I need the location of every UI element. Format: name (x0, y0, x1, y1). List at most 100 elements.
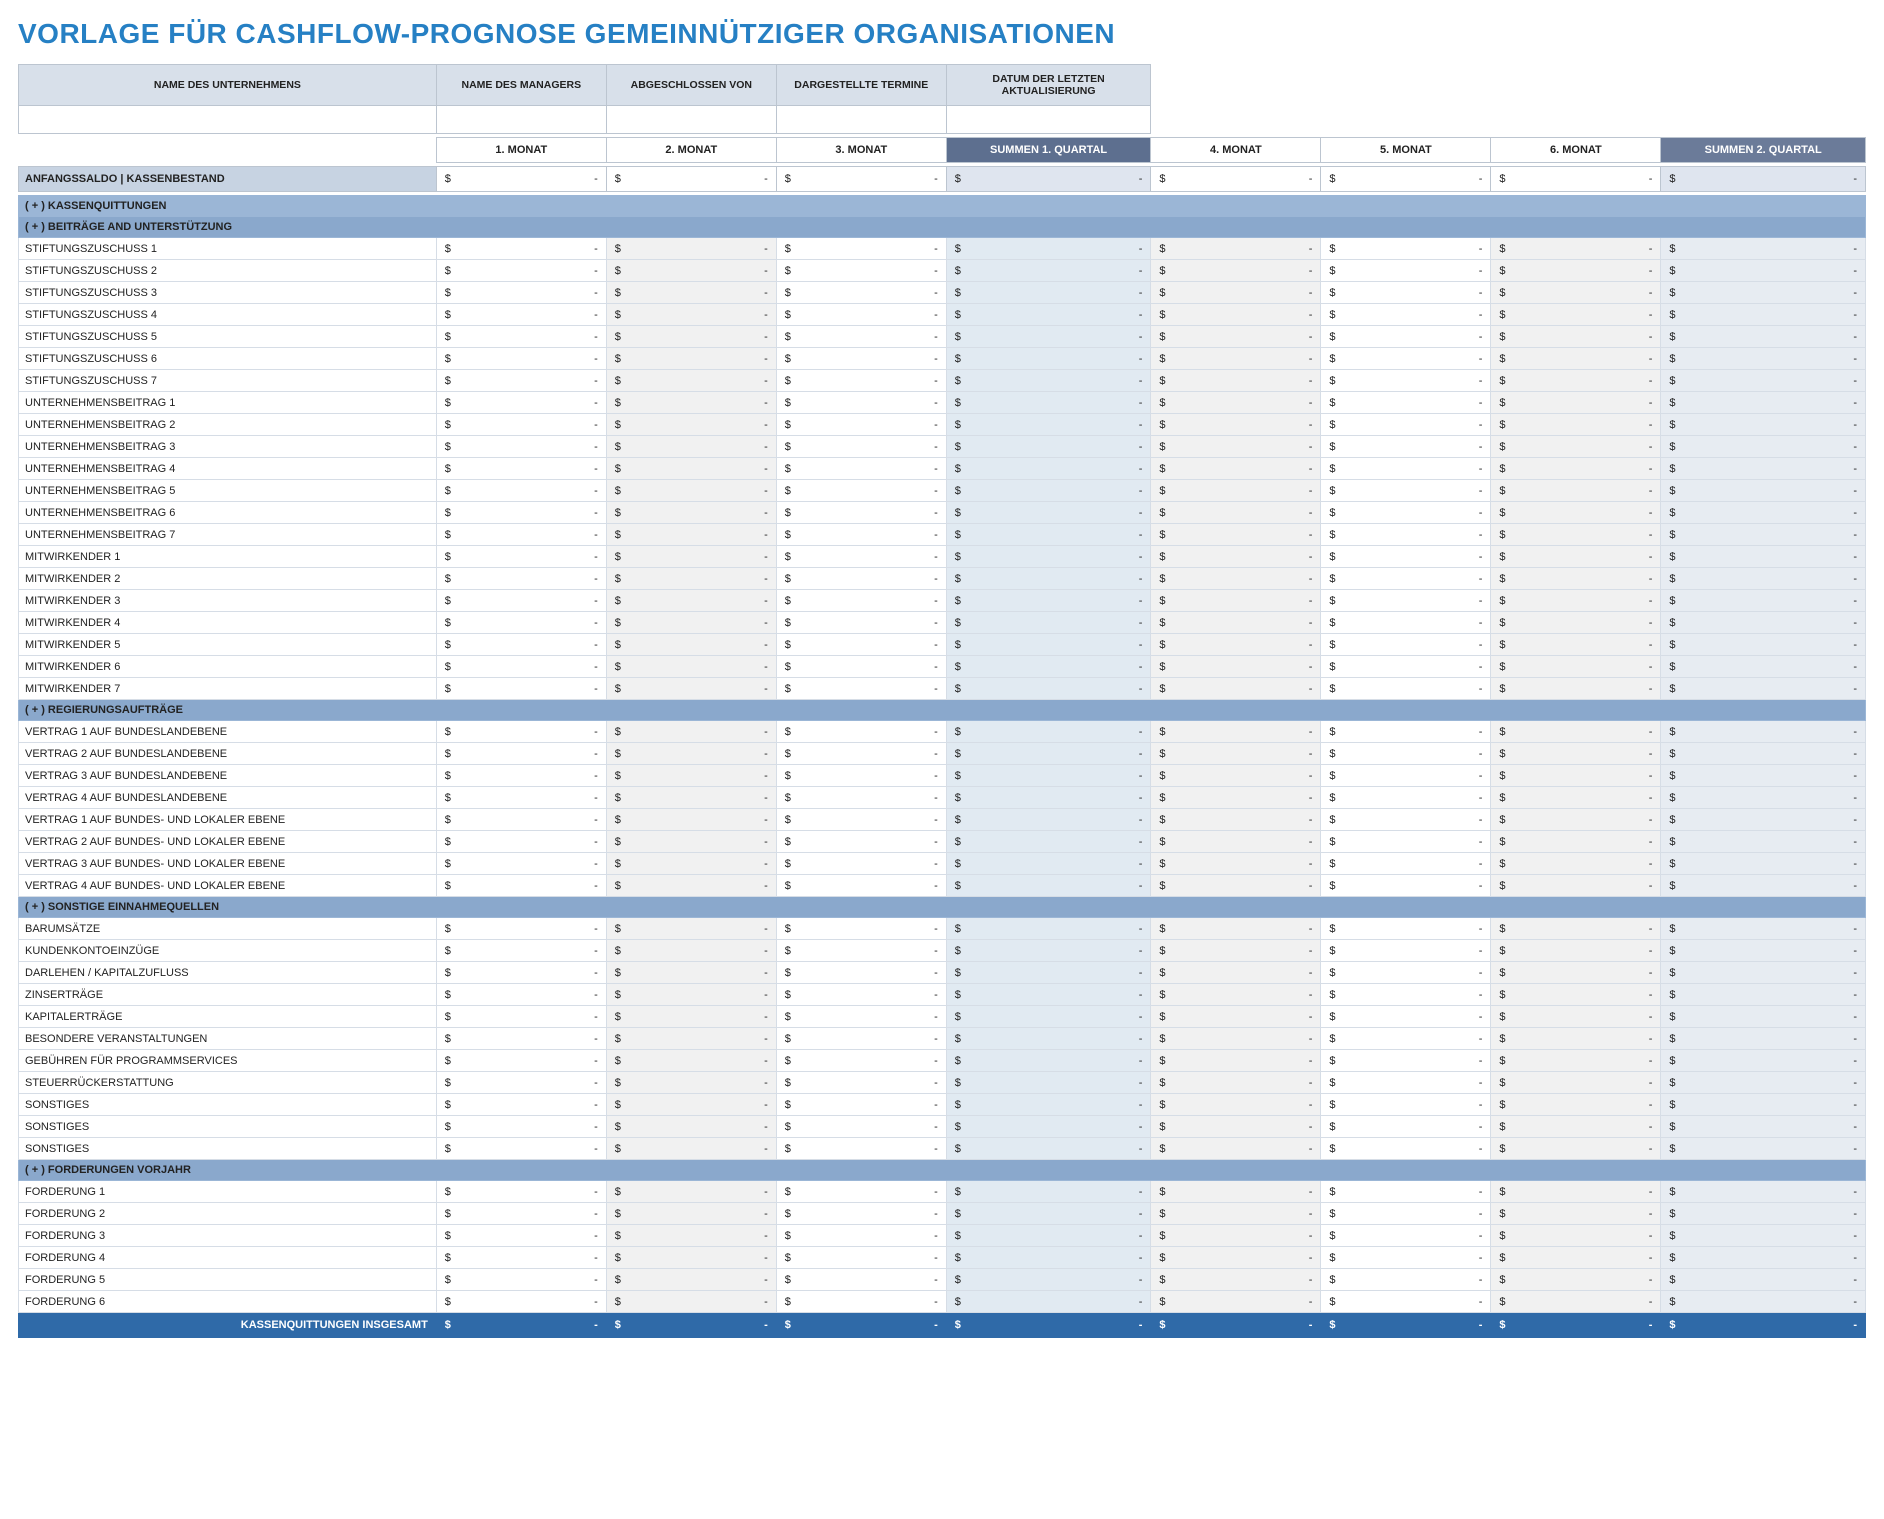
amount-cell[interactable]: $- (776, 940, 946, 962)
amount-cell[interactable]: $- (1661, 656, 1866, 678)
amount-cell[interactable]: $- (1321, 546, 1491, 568)
amount-cell[interactable]: $- (1661, 524, 1866, 546)
amount-cell[interactable]: $- (946, 634, 1151, 656)
amount-cell[interactable]: $- (1151, 238, 1321, 260)
amount-cell[interactable]: $- (606, 809, 776, 831)
amount-cell[interactable]: $- (776, 546, 946, 568)
amount-cell[interactable]: $- (1321, 853, 1491, 875)
amount-cell[interactable]: $- (1661, 414, 1866, 436)
amount-cell[interactable]: $- (436, 524, 606, 546)
amount-cell[interactable]: $- (776, 1138, 946, 1160)
amount-cell[interactable]: $- (776, 568, 946, 590)
amount-cell[interactable]: $- (1321, 458, 1491, 480)
amount-cell[interactable]: $- (776, 502, 946, 524)
amount-cell[interactable]: $- (1151, 1006, 1321, 1028)
amount-cell[interactable]: $- (1661, 984, 1866, 1006)
amount-cell[interactable]: $- (1151, 304, 1321, 326)
amount-cell[interactable]: $- (1151, 1181, 1321, 1203)
amount-cell[interactable]: $- (606, 458, 776, 480)
amount-cell[interactable]: $- (606, 1291, 776, 1313)
amount-cell[interactable]: $- (606, 568, 776, 590)
amount-cell[interactable]: $- (1321, 721, 1491, 743)
amount-cell[interactable]: $- (1661, 1116, 1866, 1138)
amount-cell[interactable]: $- (606, 392, 776, 414)
amount-cell[interactable]: $- (436, 962, 606, 984)
amount-cell[interactable]: $- (1151, 678, 1321, 700)
amount-cell[interactable]: $- (1491, 743, 1661, 765)
amount-cell[interactable]: $- (1491, 1247, 1661, 1269)
amount-cell[interactable]: $- (946, 1072, 1151, 1094)
amount-cell[interactable]: $- (1661, 1203, 1866, 1225)
amount-cell[interactable]: $- (436, 721, 606, 743)
amount-cell[interactable]: $- (1661, 260, 1866, 282)
amount-cell[interactable]: $- (606, 853, 776, 875)
amount-cell[interactable]: $- (436, 546, 606, 568)
amount-cell[interactable]: $- (1321, 656, 1491, 678)
amount-cell[interactable]: $- (946, 480, 1151, 502)
amount-cell[interactable]: $- (1321, 984, 1491, 1006)
amount-cell[interactable]: $- (776, 1094, 946, 1116)
amount-cell[interactable]: $- (946, 590, 1151, 612)
amount-cell[interactable]: $- (436, 1291, 606, 1313)
amount-cell[interactable]: $- (436, 656, 606, 678)
info-input[interactable] (436, 106, 606, 134)
amount-cell[interactable]: $- (1151, 853, 1321, 875)
amount-cell[interactable]: $- (1321, 238, 1491, 260)
amount-cell[interactable]: $- (776, 765, 946, 787)
amount-cell[interactable]: $- (776, 787, 946, 809)
amount-cell[interactable]: $- (606, 831, 776, 853)
amount-cell[interactable]: $- (946, 326, 1151, 348)
amount-cell[interactable]: $- (1321, 167, 1491, 192)
amount-cell[interactable]: $- (1661, 458, 1866, 480)
amount-cell[interactable]: $- (1491, 678, 1661, 700)
amount-cell[interactable]: $- (1661, 678, 1866, 700)
info-input[interactable] (606, 106, 776, 134)
amount-cell[interactable]: $- (606, 260, 776, 282)
amount-cell[interactable]: $- (606, 634, 776, 656)
amount-cell[interactable]: $- (1661, 612, 1866, 634)
amount-cell[interactable]: $- (946, 831, 1151, 853)
amount-cell[interactable]: $- (946, 962, 1151, 984)
amount-cell[interactable]: $- (946, 787, 1151, 809)
amount-cell[interactable]: $- (1321, 765, 1491, 787)
amount-cell[interactable]: $- (1151, 502, 1321, 524)
amount-cell[interactable]: $- (1321, 370, 1491, 392)
amount-cell[interactable]: $- (946, 304, 1151, 326)
amount-cell[interactable]: $- (776, 984, 946, 1006)
amount-cell[interactable]: $- (436, 282, 606, 304)
amount-cell[interactable]: $- (606, 1203, 776, 1225)
amount-cell[interactable]: $- (1151, 414, 1321, 436)
amount-cell[interactable]: $- (436, 260, 606, 282)
amount-cell[interactable]: $- (606, 348, 776, 370)
amount-cell[interactable]: $- (606, 656, 776, 678)
amount-cell[interactable]: $- (606, 1225, 776, 1247)
amount-cell[interactable]: $- (436, 1116, 606, 1138)
amount-cell[interactable]: $- (606, 524, 776, 546)
amount-cell[interactable]: $- (776, 370, 946, 392)
amount-cell[interactable]: $- (1661, 370, 1866, 392)
amount-cell[interactable]: $- (946, 612, 1151, 634)
amount-cell[interactable]: $- (1661, 1181, 1866, 1203)
amount-cell[interactable]: $- (776, 1072, 946, 1094)
amount-cell[interactable]: $- (776, 282, 946, 304)
amount-cell[interactable]: $- (436, 348, 606, 370)
amount-cell[interactable]: $- (946, 1094, 1151, 1116)
amount-cell[interactable]: $- (1321, 480, 1491, 502)
amount-cell[interactable]: $- (1661, 1006, 1866, 1028)
amount-cell[interactable]: $- (606, 1006, 776, 1028)
amount-cell[interactable]: $- (1321, 1028, 1491, 1050)
amount-cell[interactable]: $- (1661, 480, 1866, 502)
amount-cell[interactable]: $- (1661, 304, 1866, 326)
amount-cell[interactable]: $- (1151, 721, 1321, 743)
amount-cell[interactable]: $- (946, 1269, 1151, 1291)
amount-cell[interactable]: $- (436, 1269, 606, 1291)
amount-cell[interactable]: $- (946, 1225, 1151, 1247)
amount-cell[interactable]: $- (436, 612, 606, 634)
amount-cell[interactable]: $- (776, 392, 946, 414)
amount-cell[interactable]: $- (776, 1116, 946, 1138)
amount-cell[interactable]: $- (1151, 458, 1321, 480)
amount-cell[interactable]: $- (1491, 260, 1661, 282)
amount-cell[interactable]: $- (436, 1225, 606, 1247)
amount-cell[interactable]: $- (436, 392, 606, 414)
amount-cell[interactable]: $- (1491, 1181, 1661, 1203)
